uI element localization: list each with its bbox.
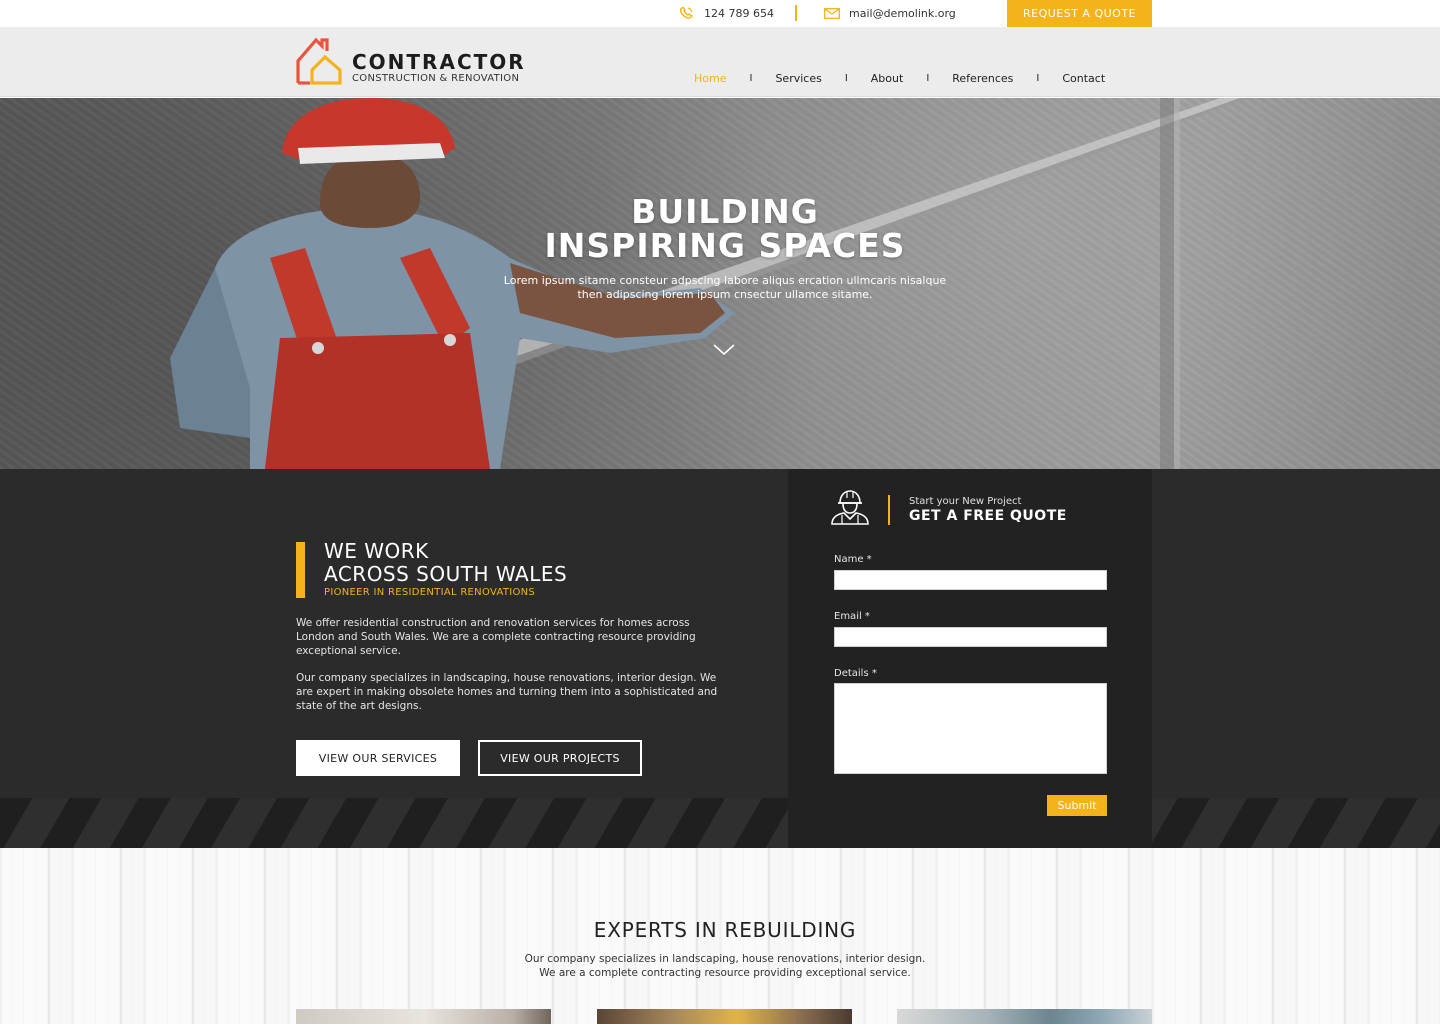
topbar-divider [795,5,797,21]
brand-name: CONTRACTOR [352,50,526,74]
view-services-button[interactable]: VIEW OUR SERVICES [296,740,460,776]
nav-services[interactable]: Services [761,72,835,85]
project-thumbnail[interactable] [296,1009,551,1024]
details-field[interactable] [834,683,1107,774]
email-label: Email * [834,611,870,622]
email-field[interactable] [834,627,1107,647]
nav-contact[interactable]: Contact [1048,72,1119,85]
mail-icon [824,7,840,19]
brand-tagline: CONSTRUCTION & RENOVATION [352,73,520,84]
hero-banner: BUILDING INSPIRING SPACES Lorem ipsum si… [0,98,1440,469]
intro-heading: WE WORK ACROSS SOUTH WALES [324,540,567,586]
phone-icon [679,6,694,19]
hero-title-line2: INSPIRING SPACES [544,226,906,265]
heading-accent-bar [296,542,305,598]
nav-separator: I [1036,73,1040,84]
intro-paragraph-1: We offer residential construction and re… [296,617,696,657]
intro-paragraph-2: Our company specializes in landscaping, … [296,672,718,712]
project-thumbnail[interactable] [597,1009,852,1024]
details-label: Details * [834,668,877,679]
hero-title-line1: BUILDING [631,192,819,231]
view-projects-button[interactable]: VIEW OUR PROJECTS [478,740,642,776]
name-label: Name * [834,554,872,565]
nav-separator: I [749,73,753,84]
email-contact[interactable]: mail@demolink.org [824,6,956,20]
form-title: GET A FREE QUOTE [909,508,1067,524]
phone-contact[interactable]: 124 789 654 [679,6,774,20]
intro-heading-line2: ACROSS SOUTH WALES [324,562,568,586]
experts-section: EXPERTS IN REBUILDING Our company specia… [0,848,1440,1024]
hazard-stripes [0,798,1440,848]
form-subtitle: Start your New Project [909,496,1022,507]
hero-subtitle: Lorem ipsum sitame consteur adpscing lab… [480,274,970,302]
email-address: mail@demolink.org [849,6,956,20]
nav-about[interactable]: About [857,72,918,85]
quote-form-panel: Start your New Project GET A FREE QUOTE … [788,469,1152,848]
project-thumbnail[interactable] [897,1009,1152,1024]
intro-section: WE WORK ACROSS SOUTH WALES PIONEER IN RE… [0,469,1440,848]
experts-description-line1: Our company specializes in landscaping, … [524,953,926,965]
nav-home[interactable]: Home [680,72,740,85]
house-logo-icon [296,37,342,85]
experts-heading: EXPERTS IN REBUILDING [593,918,857,942]
hero-title: BUILDING INSPIRING SPACES [420,195,1030,263]
worker-helmet-icon [831,490,869,525]
name-field[interactable] [834,570,1107,590]
request-quote-button[interactable]: REQUEST A QUOTE [1007,0,1152,27]
form-heading-divider [888,495,890,525]
site-logo[interactable]: CONTRACTOR CONSTRUCTION & RENOVATION [296,37,556,87]
hero-subtitle-line1: Lorem ipsum sitame consteur adpscing lab… [503,274,947,287]
experts-description: Our company specializes in landscaping, … [420,952,1030,980]
top-bar: 124 789 654 mail@demolink.org REQUEST A … [0,0,1440,27]
nav-references[interactable]: References [938,72,1027,85]
nav-separator: I [844,73,848,84]
hero-subtitle-line2: then adipscing lorem ipsum cnsectur ulla… [577,288,873,301]
intro-kicker: PIONEER IN RESIDENTIAL RENOVATIONS [324,587,536,598]
nav-separator: I [926,73,930,84]
main-nav: Home I Services I About I References I C… [680,72,1119,85]
intro-heading-line1: WE WORK [324,539,429,563]
submit-button[interactable]: Submit [1047,795,1107,816]
experts-description-line2: We are a complete contracting resource p… [539,967,911,979]
phone-number: 124 789 654 [704,6,774,20]
chevron-down-icon[interactable] [713,344,735,356]
site-header: CONTRACTOR CONSTRUCTION & RENOVATION Hom… [0,27,1440,97]
